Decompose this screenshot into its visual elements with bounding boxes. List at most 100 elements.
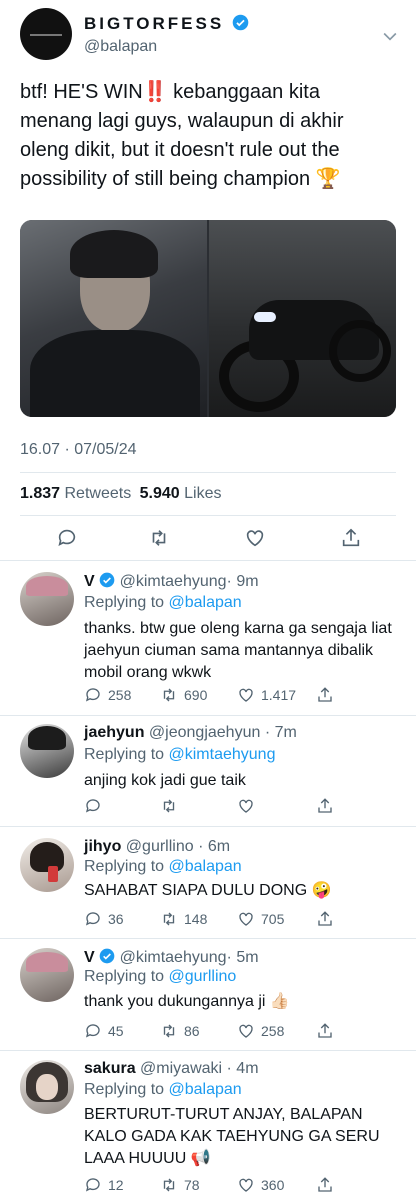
replying-to-mention[interactable]: @balapan (169, 1081, 242, 1098)
divider (0, 715, 416, 716)
reply-avatar[interactable] (20, 1060, 74, 1114)
replying-to-label: Replying to (84, 746, 165, 763)
reply-action-like[interactable]: 258 (237, 1022, 284, 1040)
reply-author[interactable]: V @kimtaehyung· 9m (84, 572, 259, 591)
avatar-face-shape (36, 1074, 58, 1100)
reply-action-reply[interactable]: 258 (84, 686, 131, 704)
reply-author-handle: @jeongjaehyun (148, 724, 261, 741)
reply-author-handle: @miyawaki (140, 1060, 223, 1077)
reply-time: · 9m (226, 573, 259, 590)
replying-to-label: Replying to (84, 858, 165, 875)
divider (20, 472, 396, 473)
reply-count: 45 (108, 1023, 124, 1039)
reply-time: · 6m (198, 838, 231, 855)
retweet-icon[interactable] (160, 797, 178, 815)
reply-author-name: sakura (84, 1060, 136, 1077)
reply-author[interactable]: sakura @miyawaki · 4m (84, 1060, 259, 1078)
like-icon[interactable] (244, 527, 266, 549)
reply-icon (85, 1024, 100, 1038)
reply-avatar[interactable] (20, 948, 74, 1002)
reply-author-handle: @kimtaehyung (119, 949, 227, 966)
retweet-icon[interactable] (148, 527, 170, 549)
share-icon[interactable] (316, 797, 334, 815)
reply-text: SAHABAT SIAPA DULU DONG 🤪 (84, 882, 332, 899)
tweet-timestamp[interactable]: 16.07 · 07/05/24 (20, 441, 137, 459)
avatar-phone-shape (48, 866, 58, 882)
share-icon[interactable] (340, 527, 362, 549)
retweet-icon (163, 688, 175, 702)
reply-avatar[interactable] (20, 838, 74, 892)
reply-action-retweet[interactable]: 690 (160, 686, 207, 704)
like-icon (239, 912, 253, 926)
replying-to-line: Replying to @kimtaehyung (84, 746, 275, 764)
tweet-text-line: possibility of still being champion 🏆 (20, 168, 341, 190)
divider (0, 560, 416, 561)
reply-action-like[interactable]: 1.417 (237, 686, 296, 704)
reply-action-reply[interactable]: 12 (84, 1176, 124, 1194)
reply-author-handle: @gurllino (125, 838, 194, 855)
divider (0, 826, 416, 827)
replying-to-line: Replying to @balapan (84, 594, 242, 612)
reply-author-handle: @kimtaehyung (119, 573, 227, 590)
reply-avatar[interactable] (20, 724, 74, 778)
share-icon[interactable] (316, 1022, 334, 1040)
tweet-text-line: oleng dikit, but it doesn't rule out the (20, 139, 340, 161)
reply-text: anjing kok jadi gue taik (84, 772, 246, 789)
replying-to-mention[interactable]: @gurllino (169, 968, 237, 985)
reply-author[interactable]: jihyo @gurllino · 6m (84, 838, 230, 856)
author-avatar[interactable] (20, 8, 72, 60)
replying-to-mention[interactable]: @balapan (169, 594, 242, 611)
media-photo-motorcycles[interactable] (209, 220, 396, 417)
reply-action-retweet[interactable]: 78 (160, 1176, 200, 1194)
tweet-media[interactable] (20, 220, 396, 417)
like-label[interactable]: Likes (184, 485, 221, 502)
tweet-text-line: btf! HE'S WIN‼️ kebanggaan kita (20, 81, 320, 103)
replying-to-label: Replying to (84, 1081, 165, 1098)
reply-author[interactable]: V @kimtaehyung· 5m (84, 948, 259, 967)
replying-to-mention[interactable]: @balapan (169, 858, 242, 875)
reply-count: 36 (108, 911, 124, 927)
reply-action-like[interactable]: 360 (237, 1176, 284, 1194)
verified-badge-icon (99, 572, 115, 588)
like-count[interactable]: 5.940 (140, 485, 180, 502)
reply-action-like[interactable]: 705 (237, 910, 284, 928)
share-icon[interactable] (316, 686, 334, 704)
retweet-count[interactable]: 1.837 (20, 485, 60, 502)
like-icon (239, 1178, 253, 1192)
like-count: 360 (261, 1177, 285, 1193)
reply-action-retweet[interactable]: 148 (160, 910, 207, 928)
like-icon[interactable] (237, 797, 255, 815)
reply-icon (85, 1178, 100, 1192)
replying-to-line: Replying to @gurllino (84, 968, 236, 986)
like-count: 258 (261, 1023, 285, 1039)
like-icon (239, 688, 253, 702)
reply-action-reply[interactable]: 45 (84, 1022, 124, 1040)
chevron-down-icon[interactable] (380, 26, 400, 46)
media-photo-portrait[interactable] (20, 220, 207, 417)
replying-to-mention[interactable]: @kimtaehyung (169, 746, 276, 763)
verified-badge-icon (99, 948, 115, 964)
share-icon[interactable] (316, 1176, 334, 1194)
retweet-label[interactable]: Retweets (65, 485, 132, 502)
like-count: 705 (261, 911, 285, 927)
reply-action-retweet[interactable]: 86 (160, 1022, 200, 1040)
author-name[interactable]: BIGTORFESS (84, 14, 249, 34)
reply-author-name: jaehyun (84, 724, 145, 741)
replying-to-line: Replying to @balapan (84, 1081, 242, 1099)
retweet-count: 148 (184, 911, 208, 927)
reply-author-name: V (84, 573, 95, 590)
share-icon[interactable] (316, 910, 334, 928)
retweet-icon (163, 1178, 175, 1192)
author-name-text: BIGTORFESS (84, 14, 225, 33)
reply-author[interactable]: jaehyun @jeongjaehyun · 7m (84, 724, 297, 742)
divider (20, 515, 396, 516)
author-handle[interactable]: @balapan (84, 38, 157, 56)
divider (0, 1050, 416, 1051)
reply-icon[interactable] (56, 527, 78, 549)
person-jacket-shape (30, 330, 200, 417)
reply-action-reply[interactable]: 36 (84, 910, 124, 928)
avatar-hat-shape (26, 576, 68, 596)
verified-badge-icon (232, 14, 249, 31)
reply-icon[interactable] (84, 797, 102, 815)
reply-avatar[interactable] (20, 572, 74, 626)
